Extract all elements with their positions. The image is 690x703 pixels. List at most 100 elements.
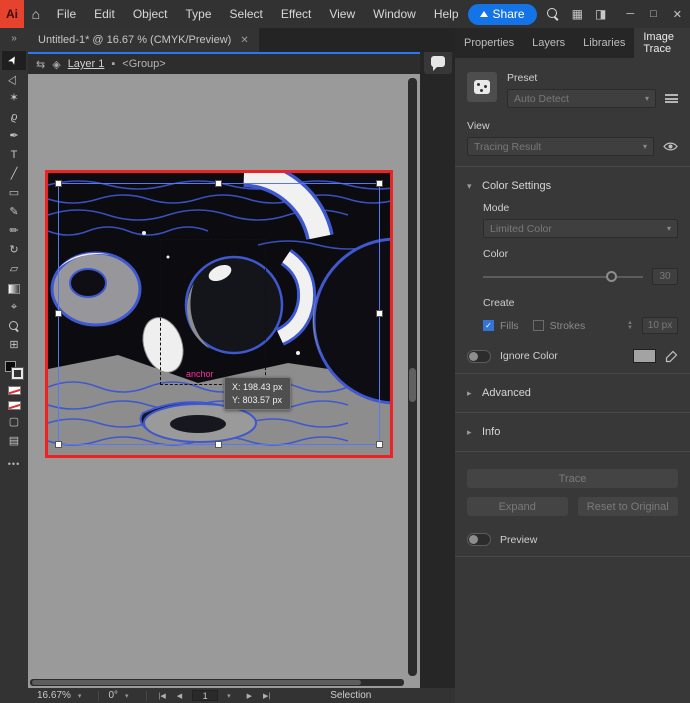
ignore-color-swatch[interactable] xyxy=(633,349,656,363)
previous-artboard-icon[interactable]: ◀ xyxy=(174,692,185,700)
workspace-switcher-icon[interactable]: ◨ xyxy=(595,7,606,21)
illustrator-logo[interactable]: Ai xyxy=(0,0,24,28)
pencil-tool[interactable]: ✏ xyxy=(2,222,26,241)
horizontal-scrollbar[interactable] xyxy=(30,679,404,686)
selection-tool[interactable]: ➤ xyxy=(2,51,26,70)
rotate-tool[interactable]: ↻ xyxy=(2,241,26,260)
menu-help[interactable]: Help xyxy=(425,0,468,28)
paintbrush-tool[interactable]: ✎ xyxy=(2,203,26,222)
vertical-scrollbar[interactable] xyxy=(408,78,417,676)
rectangle-tool[interactable]: ▭ xyxy=(2,184,26,203)
screen-mode-button[interactable]: ▤ xyxy=(2,432,26,451)
selection-handle[interactable] xyxy=(215,180,222,187)
pen-tool[interactable]: ✒ xyxy=(2,127,26,146)
tab-layers[interactable]: Layers xyxy=(523,28,574,58)
menu-effect[interactable]: Effect xyxy=(272,0,320,28)
fills-checkbox[interactable]: ✓ xyxy=(483,320,494,331)
document-tab[interactable]: Untitled-1* @ 16.67 % (CMYK/Preview) ✕ xyxy=(28,28,259,52)
shear-tool[interactable]: ▱ xyxy=(2,260,26,279)
artboard-number-field[interactable]: 1 xyxy=(192,690,218,701)
advanced-header[interactable]: ▸ Advanced xyxy=(467,384,678,402)
selection-handle[interactable] xyxy=(376,180,383,187)
lasso-tool[interactable]: ϱ xyxy=(2,108,26,127)
zoom-level[interactable]: 16.67% xyxy=(37,690,71,701)
view-toggle[interactable] xyxy=(663,141,678,152)
arrange-documents-icon[interactable]: ▦ xyxy=(572,7,583,21)
search-icon[interactable] xyxy=(547,8,558,21)
selection-handle[interactable] xyxy=(376,441,383,448)
reset-to-original-button[interactable]: Reset to Original xyxy=(578,497,679,516)
selection-handle[interactable] xyxy=(55,441,62,448)
view-dropdown[interactable]: Tracing Result ▾ xyxy=(467,137,654,156)
mode-dropdown[interactable]: Limited Color ▾ xyxy=(483,219,678,238)
panel-menu-icon[interactable] xyxy=(665,94,678,103)
line-tool[interactable]: ╱ xyxy=(2,165,26,184)
color-value-field[interactable]: 30 xyxy=(652,268,678,285)
draw-mode-button[interactable]: ▢ xyxy=(2,413,26,432)
rotation-value[interactable]: 0° xyxy=(108,690,118,701)
traced-artwork[interactable]: anchor xyxy=(45,170,393,458)
preset-dropdown[interactable]: Auto Detect ▾ xyxy=(507,89,656,108)
selection-bounding-box[interactable] xyxy=(58,183,380,445)
chevron-down-icon[interactable]: ▾ xyxy=(78,692,82,700)
gradient-tool[interactable] xyxy=(2,279,26,298)
next-artboard-icon[interactable]: ▶ xyxy=(244,692,255,700)
first-artboard-icon[interactable]: |◀ xyxy=(156,692,169,700)
chevron-down-icon[interactable]: ▾ xyxy=(227,692,231,700)
vertical-scrollbar-thumb[interactable] xyxy=(409,368,416,402)
stroke-swatch[interactable] xyxy=(12,368,23,379)
artboard-tool[interactable]: ⊞ xyxy=(2,336,26,355)
none-color-swatch[interactable] xyxy=(8,386,21,395)
selection-handle[interactable] xyxy=(55,310,62,317)
selection-handle[interactable] xyxy=(376,310,383,317)
close-button[interactable]: ✕ xyxy=(665,8,690,21)
selection-handle[interactable] xyxy=(55,180,62,187)
canvas-area[interactable]: ⇆ ◈ Layer 1 ▪ <Group> xyxy=(28,52,420,688)
share-button[interactable]: Share xyxy=(468,4,537,25)
breadcrumb-group[interactable]: <Group> xyxy=(122,58,165,70)
minimize-button[interactable]: ─ xyxy=(618,8,642,20)
color-settings-header[interactable]: ▾ Color Settings xyxy=(467,177,678,195)
last-artboard-icon[interactable]: ▶| xyxy=(260,692,273,700)
step-down-icon[interactable]: ▼ xyxy=(627,326,633,331)
tab-close-icon[interactable]: ✕ xyxy=(240,35,248,46)
fill-stroke-control[interactable] xyxy=(5,361,23,379)
menu-edit[interactable]: Edit xyxy=(85,0,124,28)
eyedropper-icon[interactable] xyxy=(665,350,678,363)
maximize-button[interactable]: □ xyxy=(642,8,665,20)
preview-toggle[interactable] xyxy=(467,533,491,546)
trace-preset-thumbnail[interactable] xyxy=(467,72,497,102)
strokes-checkbox[interactable] xyxy=(533,320,544,331)
expand-button[interactable]: Expand xyxy=(467,497,568,516)
stroke-width-field[interactable]: 10 px xyxy=(642,317,678,334)
info-header[interactable]: ▸ Info xyxy=(467,423,678,441)
menu-select[interactable]: Select xyxy=(221,0,272,28)
nav-history-icon[interactable]: ⇆ xyxy=(36,58,45,71)
menu-object[interactable]: Object xyxy=(124,0,177,28)
color-slider-knob[interactable] xyxy=(606,271,617,282)
tab-image-trace[interactable]: Image Trace xyxy=(634,28,690,58)
tab-properties[interactable]: Properties xyxy=(455,28,523,58)
stroke-width-stepper[interactable]: ▲ ▼ xyxy=(627,321,633,331)
tab-libraries[interactable]: Libraries xyxy=(574,28,634,58)
trace-button[interactable]: Trace xyxy=(467,469,678,488)
direct-selection-tool[interactable]: ▷ xyxy=(2,70,26,89)
edit-toolbar-icon[interactable]: ••• xyxy=(8,459,20,469)
home-icon[interactable]: ⌂ xyxy=(24,6,48,22)
toolbar-expand-icon[interactable]: » xyxy=(11,33,17,44)
zoom-tool[interactable] xyxy=(2,317,26,336)
menu-file[interactable]: File xyxy=(48,0,85,28)
chevron-down-icon[interactable]: ▾ xyxy=(125,692,129,700)
eyedropper-tool[interactable]: ⌖ xyxy=(2,298,26,317)
menu-window[interactable]: Window xyxy=(364,0,425,28)
none-stroke-swatch[interactable] xyxy=(8,401,21,410)
selection-handle[interactable] xyxy=(215,441,222,448)
color-slider[interactable] xyxy=(483,276,643,278)
horizontal-scrollbar-thumb[interactable] xyxy=(32,680,361,685)
ignore-color-toggle[interactable] xyxy=(467,350,491,363)
menu-type[interactable]: Type xyxy=(177,0,221,28)
breadcrumb-layer[interactable]: Layer 1 xyxy=(68,58,105,70)
type-tool[interactable]: T xyxy=(2,146,26,165)
magic-wand-tool[interactable]: ✶ xyxy=(2,89,26,108)
menu-view[interactable]: View xyxy=(320,0,364,28)
